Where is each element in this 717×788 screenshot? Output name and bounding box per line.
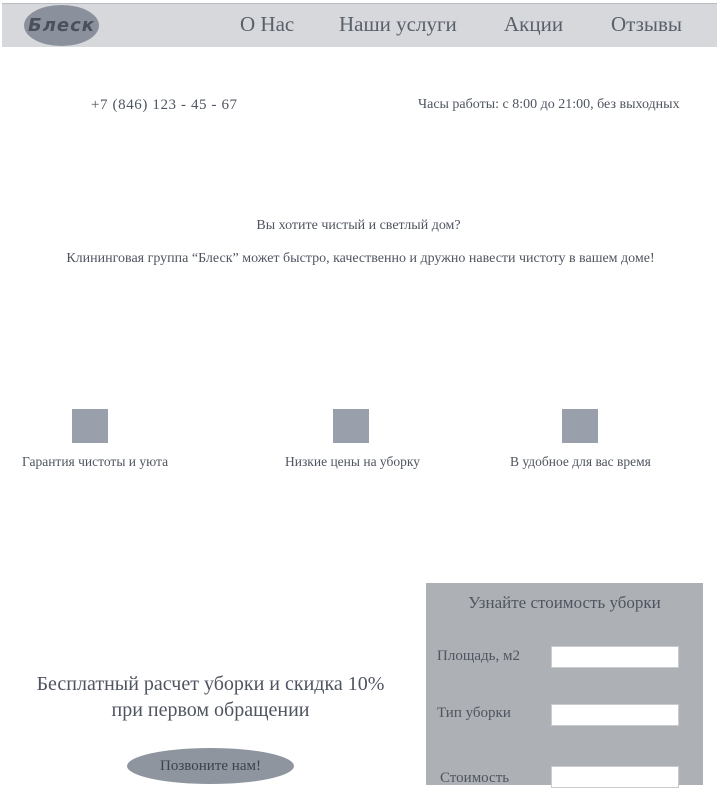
calculator-title: Узнайте стоимость уборки	[468, 593, 661, 612]
hero-text: Клининговая группа “Блеск” может быстро,…	[66, 251, 655, 266]
call-us-button[interactable]: Позвоните нам!	[127, 748, 294, 784]
promo-line-1: Бесплатный расчет уборки и скидка 10%	[36, 673, 385, 695]
cost-calculator: Узнайте стоимость уборки Площадь, м2 Тип…	[426, 583, 703, 788]
feature-label-guarantee: Гарантия чистоты и уюта	[22, 454, 169, 469]
area-label: Площадь, м2	[437, 648, 520, 664]
top-nav-bar: Блеск О Нас Наши услуги Акции Отзывы	[2, 3, 717, 47]
cost-label: Стоимость	[440, 770, 510, 786]
nav-link-promotions[interactable]: Акции	[504, 12, 563, 37]
cleaning-type-input[interactable]	[551, 704, 679, 726]
area-input[interactable]	[551, 646, 679, 668]
cleaning-type-label: Тип уборки	[437, 705, 511, 721]
feature-label-time: В удобное для вас время	[510, 454, 651, 469]
nav-link-about[interactable]: О Нас	[240, 12, 294, 37]
nav-link-reviews[interactable]: Отзывы	[611, 12, 682, 37]
clock-icon	[562, 409, 598, 443]
promo-line-2: при первом обращении	[111, 699, 310, 721]
cleanliness-icon	[72, 409, 108, 443]
feature-label-prices: Низкие цены на уборку	[285, 454, 420, 469]
nav-link-services[interactable]: Наши услуги	[339, 12, 457, 37]
promo-block: Бесплатный расчет уборки и скидка 10% пр…	[17, 671, 404, 723]
working-hours: Часы работы: с 8:00 до 21:00, без выходн…	[418, 97, 680, 112]
hero-question: Вы хотите чистый и светлый дом?	[256, 218, 461, 233]
price-icon	[333, 409, 369, 443]
logo[interactable]: Блеск	[24, 5, 99, 46]
phone-number: +7 (846) 123 - 45 - 67	[91, 97, 238, 113]
